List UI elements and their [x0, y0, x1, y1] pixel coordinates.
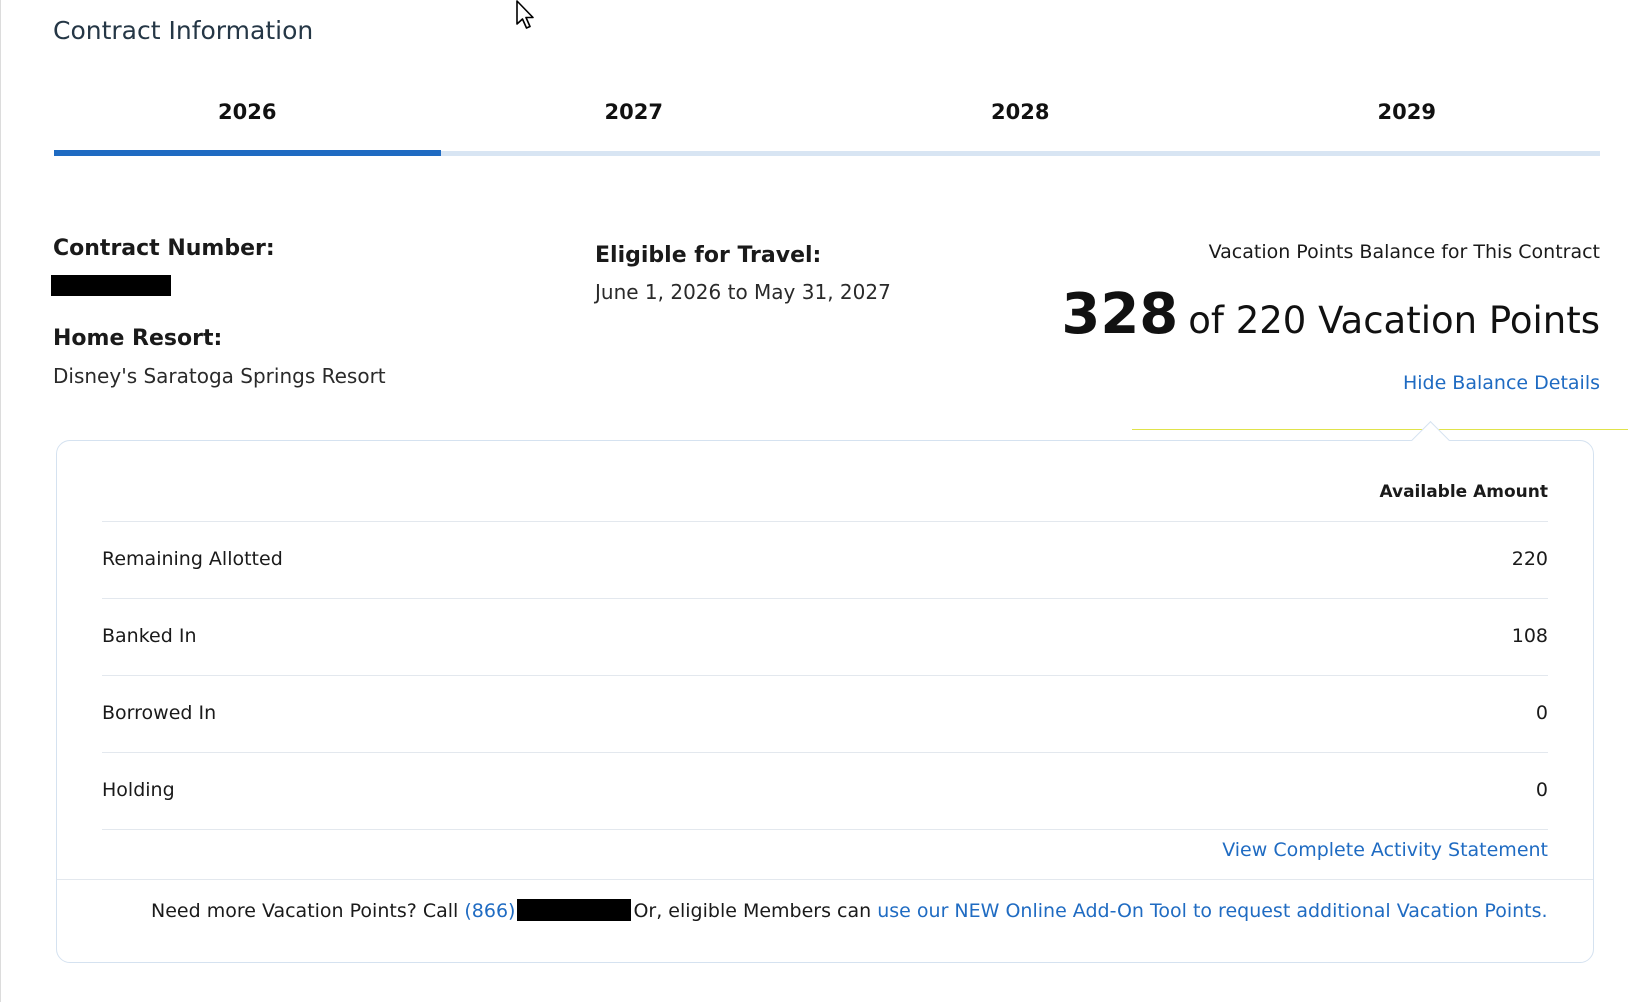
points-balance-total: 328 of 220 Vacation Points [1061, 282, 1600, 347]
row-label: Banked In [102, 625, 197, 647]
tab-2027[interactable]: 2027 [440, 92, 827, 156]
balance-details-card: Available Amount Remaining Allotted 220 … [56, 440, 1594, 963]
card-pointer-notch [1410, 411, 1450, 441]
row-label: Borrowed In [102, 702, 217, 724]
phone-link[interactable]: (866) [464, 900, 515, 922]
home-resort-label: Home Resort: [53, 326, 223, 351]
row-label: Holding [102, 779, 175, 801]
tab-2029[interactable]: 2029 [1213, 92, 1600, 156]
points-of-total: of 220 Vacation Points [1188, 299, 1600, 342]
balance-details-table: Available Amount Remaining Allotted 220 … [102, 469, 1548, 830]
footer-middle-text: Or, eligible Members can [633, 900, 872, 922]
row-value: 0 [1535, 702, 1548, 724]
card-footer-divider [57, 879, 1593, 880]
mouse-cursor-icon [516, 0, 534, 29]
available-amount-header: Available Amount [1379, 482, 1548, 502]
page-title: Contract Information [53, 16, 314, 45]
contract-number-label: Contract Number: [53, 236, 275, 261]
tab-2026[interactable]: 2026 [54, 92, 441, 156]
eligible-travel-label: Eligible for Travel: [595, 243, 822, 268]
view-activity-statement-link[interactable]: View Complete Activity Statement [1222, 839, 1548, 861]
phone-number-redacted [517, 899, 632, 921]
hide-balance-details-link[interactable]: Hide Balance Details [1403, 372, 1600, 394]
home-resort-value: Disney's Saratoga Springs Resort [53, 364, 386, 388]
contract-number-redacted [51, 275, 171, 296]
table-row: Banked In 108 [102, 599, 1548, 676]
row-label: Remaining Allotted [102, 548, 283, 570]
highlight-line [1132, 429, 1628, 430]
points-available-number: 328 [1061, 282, 1179, 347]
row-value: 108 [1511, 625, 1548, 647]
eligible-travel-value: June 1, 2026 to May 31, 2027 [595, 280, 891, 304]
row-value: 0 [1535, 779, 1548, 801]
table-row: Remaining Allotted 220 [102, 522, 1548, 599]
footer-prefix-text: Need more Vacation Points? Call [151, 900, 459, 922]
table-row: Holding 0 [102, 753, 1548, 830]
table-header: Available Amount [102, 469, 1548, 522]
points-balance-label: Vacation Points Balance for This Contrac… [1208, 241, 1600, 263]
tab-2028[interactable]: 2028 [827, 92, 1214, 156]
row-value: 220 [1511, 548, 1548, 570]
addon-tool-link[interactable]: use our NEW Online Add-On Tool to reques… [877, 900, 1547, 922]
add-points-message: Need more Vacation Points? Call (866) Or,… [151, 899, 1548, 922]
table-row: Borrowed In 0 [102, 676, 1548, 753]
page-left-border [0, 0, 1, 1002]
year-tabs: 2026 2027 2028 2029 [54, 92, 1600, 156]
